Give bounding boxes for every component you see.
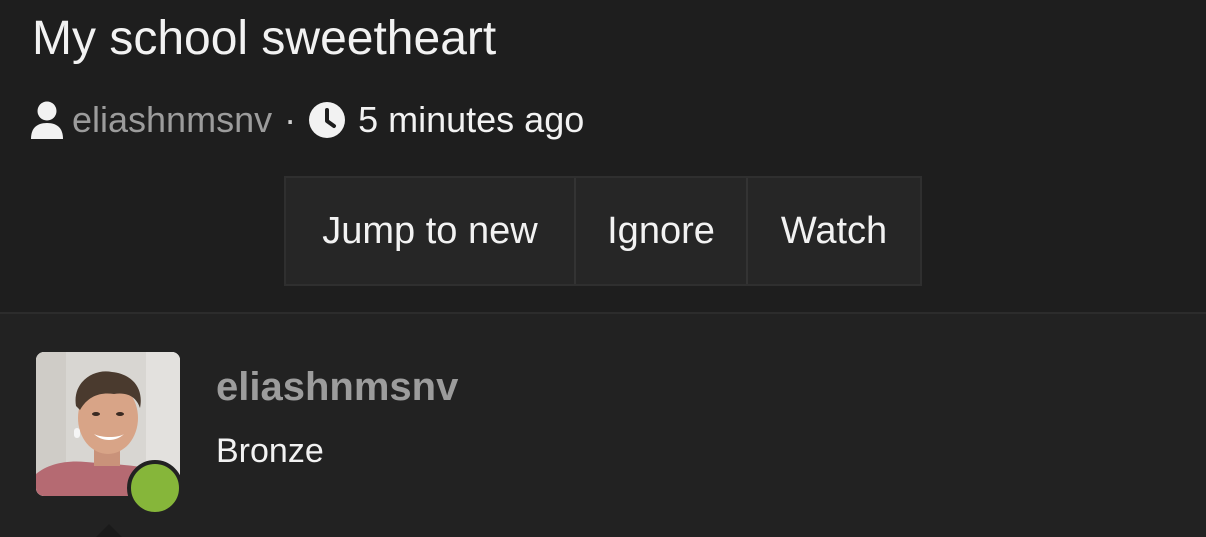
clock-icon [308,101,346,139]
ignore-button[interactable]: Ignore [574,178,746,284]
thread-timestamp[interactable]: 5 minutes ago [358,99,584,141]
jump-to-new-button[interactable]: Jump to new [286,178,574,284]
user-rank: Bronze [216,432,324,470]
user-icon [30,100,64,140]
post-arrow [95,524,123,537]
thread-meta: eliashnmsnv · 5 minutes ago [30,97,584,143]
post: eliashnmsnv Bronze [0,314,1206,537]
online-status-indicator [127,460,183,516]
thread-page: My school sweetheart eliashnmsnv · 5 min… [0,0,1206,537]
meta-separator: · [284,99,297,140]
watch-button[interactable]: Watch [746,178,920,284]
thread-actions: Jump to new Ignore Watch [284,176,922,286]
thread-author-link[interactable]: eliashnmsnv [72,99,272,141]
thread-header: My school sweetheart eliashnmsnv · 5 min… [0,0,1206,312]
post-author-username[interactable]: eliashnmsnv [216,364,458,410]
thread-title: My school sweetheart [32,12,497,65]
